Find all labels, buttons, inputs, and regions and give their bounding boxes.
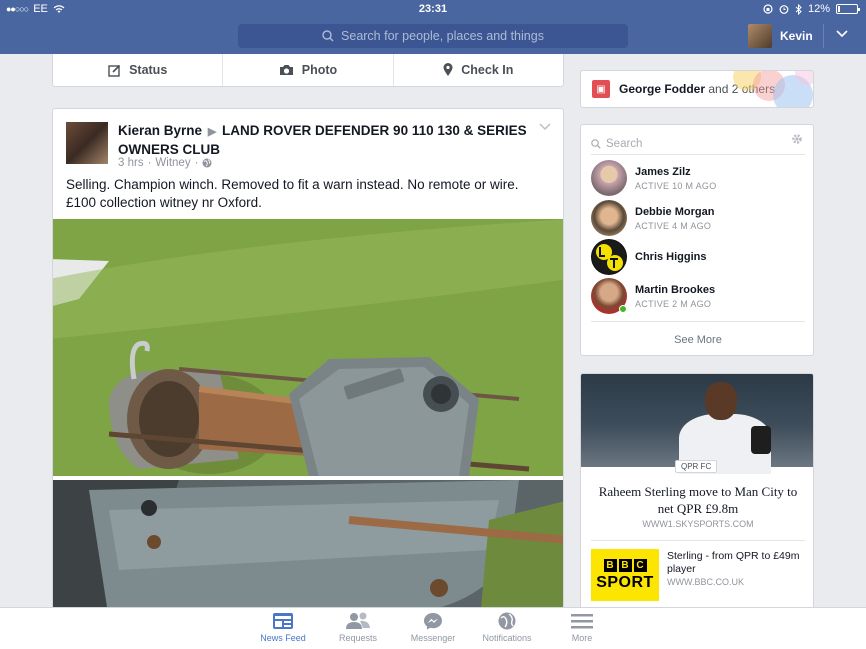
profile-button[interactable]: Kevin <box>748 24 813 48</box>
post-photo-winch[interactable] <box>53 219 563 477</box>
search-icon <box>591 138 601 149</box>
winch-photo-illustration <box>53 219 563 477</box>
post-meta: 3 hrs · Witney · <box>118 157 212 169</box>
nav-divider <box>823 24 824 48</box>
birthday-reminder[interactable]: ▣ George Fodder and 2 others <box>580 70 814 108</box>
status-bar: ●●○○○ EE 23:31 12% <box>0 0 866 18</box>
gear-icon[interactable] <box>791 133 803 145</box>
chat-friend[interactable]: Chris Higgins <box>591 238 805 276</box>
search-icon <box>322 30 334 42</box>
author-avatar[interactable] <box>66 122 108 164</box>
chat-search-input[interactable]: Search <box>591 133 805 155</box>
tab-messenger[interactable]: Messenger <box>398 612 468 643</box>
hamburger-menu-icon <box>571 614 593 629</box>
friend-active-status: ACTIVE 10 M AGO <box>635 180 717 191</box>
alarm-icon <box>779 5 789 14</box>
friend-name: Chris Higgins <box>635 251 707 263</box>
friend-avatar <box>591 160 627 196</box>
photo-label: Photo <box>301 63 338 77</box>
tab-requests[interactable]: Requests <box>323 612 393 643</box>
news-url: WWW1.SKYSPORTS.COM <box>642 519 754 529</box>
friend-name: Martin Brookes <box>635 283 716 296</box>
post-photo-winch-closeup[interactable] <box>53 480 563 627</box>
chat-friend[interactable]: Martin Brookes ACTIVE 2 M AGO <box>591 277 805 315</box>
tab-more[interactable]: More <box>547 612 617 643</box>
lrtv-logo <box>592 240 626 274</box>
tab-notifications-label: Notifications <box>482 633 532 643</box>
friend-avatar <box>591 239 627 275</box>
see-more-link[interactable]: See More <box>591 321 805 346</box>
search-bar[interactable]: Search for people, places and things <box>238 24 628 48</box>
news-feed-icon <box>273 613 293 629</box>
birthday-name: George Fodder <box>619 82 706 96</box>
news-title[interactable]: Raheem Sterling move to Man City to net … <box>593 483 803 517</box>
camera-icon <box>279 65 293 75</box>
triangle-right-icon: ▶ <box>207 126 217 138</box>
user-avatar <box>748 24 772 48</box>
chat-friend[interactable]: James Zilz ACTIVE 10 M AGO <box>591 159 805 197</box>
news-divider <box>591 540 805 541</box>
chevron-down-icon[interactable] <box>836 30 848 38</box>
post-header: Kieran Byrne ▶ LAND ROVER DEFENDER 90 11… <box>118 122 538 158</box>
friend-active-status: ACTIVE 4 M AGO <box>635 220 712 231</box>
bottom-tab-bar: News Feed Requests Messenger Notificatio… <box>0 607 866 649</box>
battery-icon <box>836 4 860 14</box>
post-composer: Status Photo Check In <box>52 54 564 87</box>
post-options-chevron-icon[interactable] <box>539 123 551 131</box>
check-in-button[interactable]: Check In <box>394 54 563 86</box>
user-name: Kevin <box>780 29 813 43</box>
status-button[interactable]: Status <box>53 54 224 86</box>
bbc-sport-logo[interactable]: B B C SPORT <box>591 549 659 601</box>
messenger-icon <box>424 613 442 630</box>
birthday-others: and 2 others <box>708 82 776 96</box>
trending-news-card: QPR FC Raheem Sterling move to Man City … <box>580 373 814 613</box>
chat-sidebar: Search James Zilz ACTIVE 10 M AGO Debbie… <box>580 124 814 356</box>
chat-friend[interactable]: Debbie Morgan ACTIVE 4 M AGO <box>591 199 805 237</box>
top-bar: ●●○○○ EE 23:31 12% Search for people, pl… <box>0 0 866 54</box>
rotation-lock-icon <box>763 4 773 14</box>
search-placeholder: Search for people, places and things <box>341 29 544 43</box>
chat-search-placeholder: Search <box>606 137 643 150</box>
globe-icon <box>498 612 516 630</box>
post-text: Selling. Champion winch. Removed to fit … <box>66 177 519 210</box>
tab-news-feed[interactable]: News Feed <box>248 612 318 643</box>
location-pin-icon <box>443 63 453 76</box>
news-image[interactable] <box>581 374 813 474</box>
news-item2-url: WWW.BBC.CO.UK <box>667 577 744 587</box>
winch-closeup-illustration <box>53 480 563 627</box>
post-time[interactable]: 3 hrs <box>118 157 144 169</box>
battery-level <box>838 6 840 12</box>
tab-notifications[interactable]: Notifications <box>472 612 542 643</box>
edit-icon <box>108 64 121 77</box>
gift-icon: ▣ <box>592 80 610 98</box>
status-label: Status <box>129 63 168 77</box>
bluetooth-icon <box>795 3 802 15</box>
friend-avatar <box>591 200 627 236</box>
clock: 23:31 <box>418 3 448 15</box>
battery-percent: 12% <box>807 3 830 15</box>
friend-avatar <box>591 278 627 314</box>
feed-post: Kieran Byrne ▶ LAND ROVER DEFENDER 90 11… <box>52 108 564 628</box>
author-name[interactable]: Kieran Byrne <box>118 123 202 138</box>
post-location[interactable]: Witney <box>155 157 190 169</box>
check-in-label: Check In <box>461 63 514 77</box>
friend-name: Debbie Morgan <box>635 205 715 218</box>
online-indicator <box>619 305 627 313</box>
tab-news-feed-label: News Feed <box>260 633 306 643</box>
tab-messenger-label: Messenger <box>410 633 456 643</box>
friend-name: James Zilz <box>635 165 691 178</box>
friend-active-status: ACTIVE 2 M AGO <box>635 298 712 309</box>
news-tag[interactable]: QPR FC <box>675 460 718 473</box>
tab-more-label: More <box>571 633 593 643</box>
globe-icon <box>202 158 212 168</box>
news-item2-title[interactable]: Sterling - from QPR to £49m player <box>667 550 807 576</box>
photo-button[interactable]: Photo <box>223 54 394 86</box>
tab-requests-label: Requests <box>338 633 378 643</box>
friend-requests-icon <box>346 612 370 629</box>
